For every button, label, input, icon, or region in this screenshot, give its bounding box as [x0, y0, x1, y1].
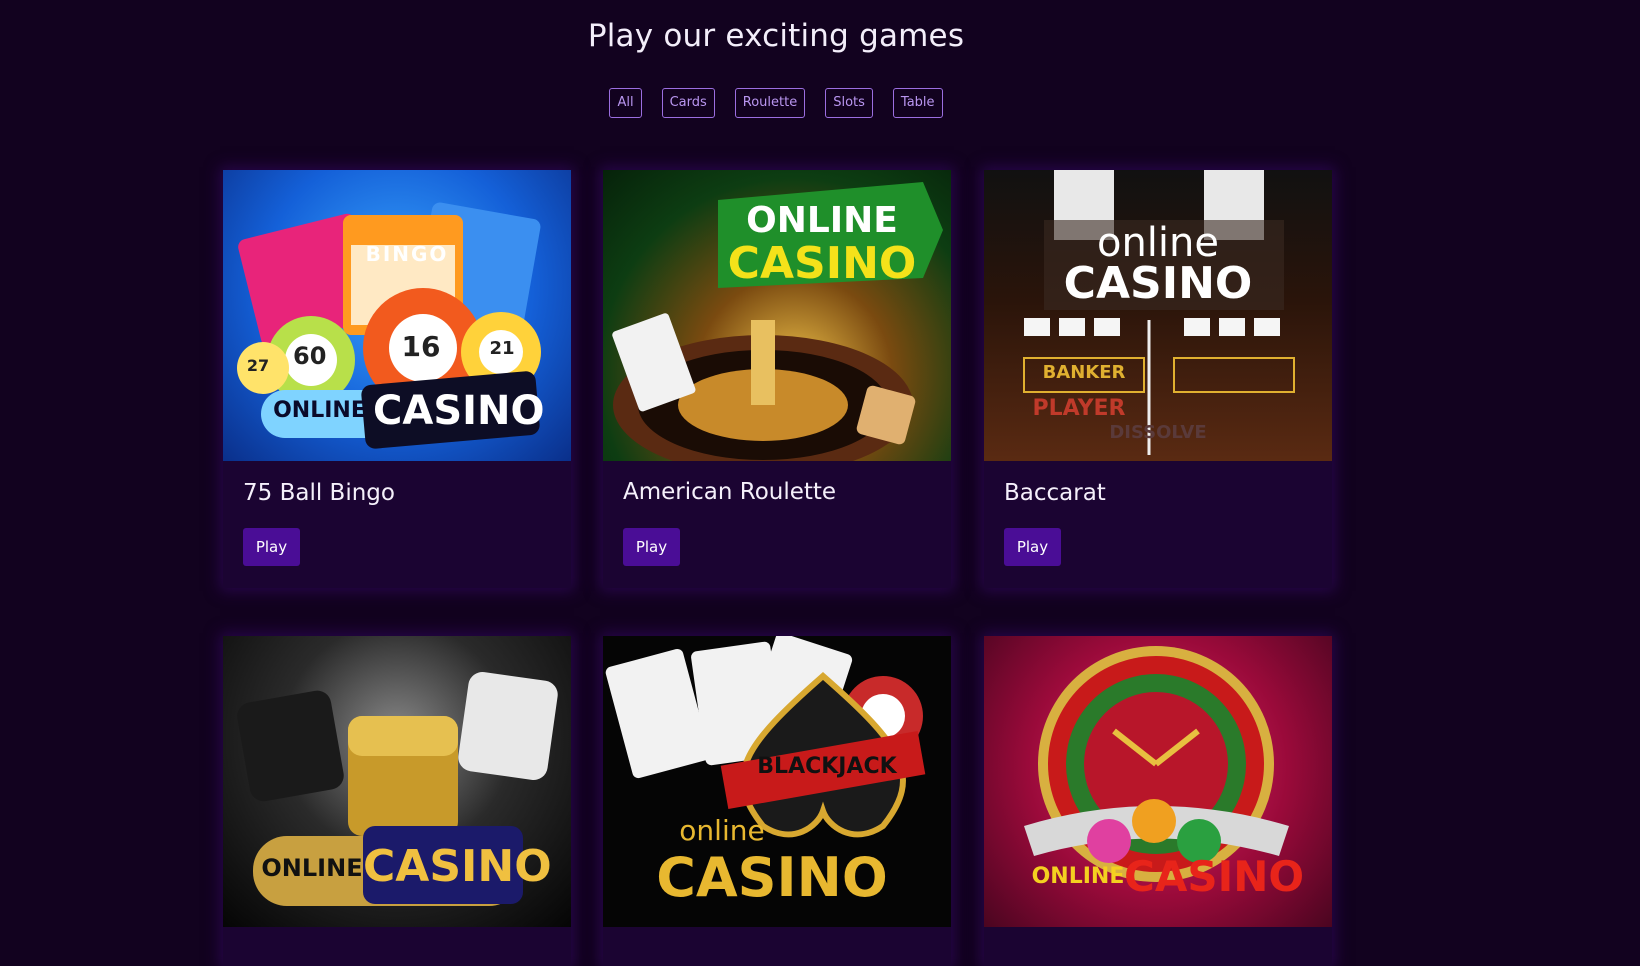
- logo-casino-text: CASINO: [1063, 258, 1253, 309]
- logo-online-text: online: [679, 814, 765, 847]
- game-card-blackjack: BLACKJACK online CASINO: [603, 636, 951, 966]
- logo-casino-text: CASINO: [727, 238, 917, 289]
- banker-label: BANKER: [1042, 362, 1126, 383]
- filter-all-button[interactable]: All: [609, 88, 642, 118]
- game-title: Baccarat: [1004, 480, 1106, 506]
- page-title: Play our exciting games: [587, 18, 965, 54]
- logo-casino-text: CASINO: [373, 388, 545, 434]
- dice-game-image[interactable]: ONLINE CASINO: [223, 636, 571, 927]
- ball-number: 16: [401, 330, 441, 363]
- bingo-game-image[interactable]: BINGO 60 16 21 27 ONLINE CASINO: [223, 170, 571, 461]
- baccarat-game-image[interactable]: online CASINO BANKER PLAYER DISSOLVE: [984, 170, 1332, 461]
- filter-slots-button[interactable]: Slots: [825, 88, 873, 118]
- player-label: PLAYER: [1032, 396, 1126, 421]
- game-card-bingo: BINGO 60 16 21 27 ONLINE CASINO 75 Ball …: [223, 170, 571, 588]
- blackjack-game-image[interactable]: BLACKJACK online CASINO: [603, 636, 951, 927]
- play-button[interactable]: Play: [243, 528, 300, 566]
- logo-online-text: ONLINE: [746, 200, 898, 241]
- logo-online-text: ONLINE: [261, 854, 363, 882]
- game-card-roulette: ONLINE CASINO American Roulette Play: [603, 170, 951, 588]
- logo-online-text: ONLINE: [273, 398, 366, 423]
- game-title: 75 Ball Bingo: [243, 480, 395, 506]
- blackjack-banner-text: BLACKJACK: [757, 754, 897, 779]
- game-card-baccarat: online CASINO BANKER PLAYER DISSOLVE Bac…: [984, 170, 1332, 588]
- ball-number: 27: [246, 356, 270, 375]
- play-button[interactable]: Play: [1004, 528, 1061, 566]
- ball-number: 21: [489, 338, 515, 359]
- logo-casino-text: CASINO: [1124, 852, 1305, 901]
- logo-casino-text: CASINO: [656, 846, 888, 909]
- logo-online-text: ONLINE: [1031, 864, 1125, 889]
- ball-number: 60: [293, 342, 327, 370]
- roulette-wheel-game-image[interactable]: ONLINE CASINO: [984, 636, 1332, 927]
- play-button[interactable]: Play: [623, 528, 680, 566]
- game-card-roulette-wheel: ONLINE CASINO: [984, 636, 1332, 966]
- roulette-game-image[interactable]: ONLINE CASINO: [603, 170, 951, 461]
- bingo-card-text: BINGO: [365, 242, 449, 266]
- filter-bar: All Cards Roulette Slots Table: [0, 88, 1552, 118]
- filter-cards-button[interactable]: Cards: [661, 88, 715, 118]
- game-title: American Roulette: [623, 479, 837, 505]
- watermark-text: DISSOLVE: [1109, 422, 1207, 443]
- game-card-dice: ONLINE CASINO: [223, 636, 571, 966]
- logo-casino-text: CASINO: [363, 841, 552, 892]
- filter-roulette-button[interactable]: Roulette: [734, 88, 806, 118]
- filter-table-button[interactable]: Table: [892, 88, 943, 118]
